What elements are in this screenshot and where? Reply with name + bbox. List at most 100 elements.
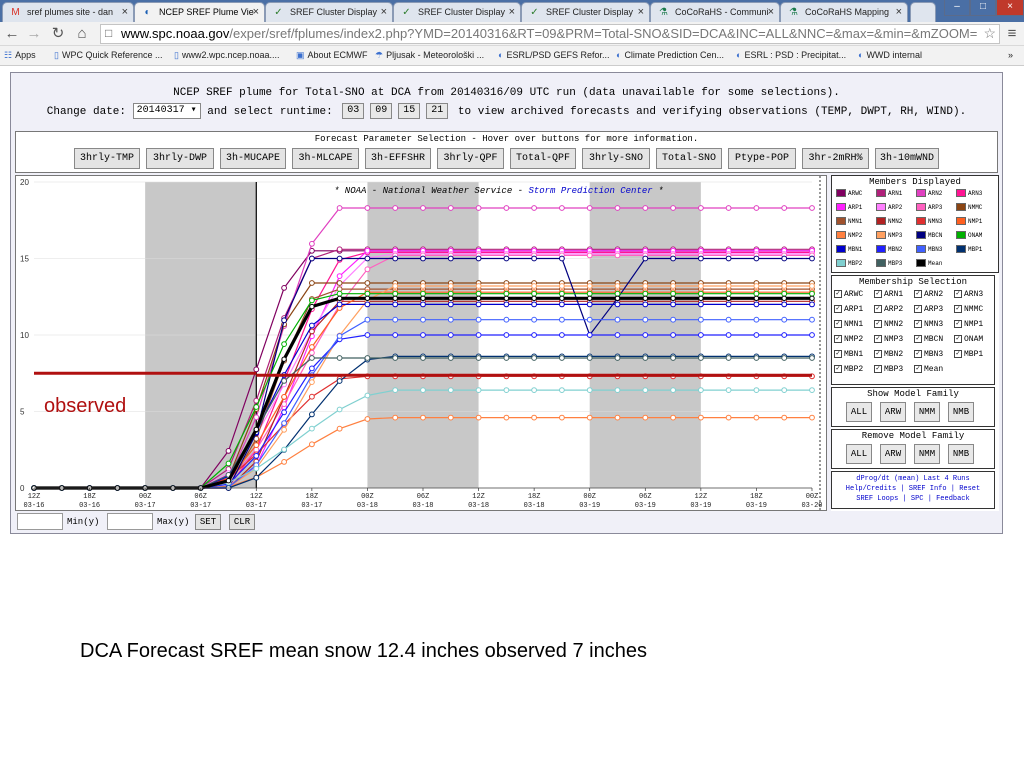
bookmark-0[interactable]: ☷ Apps [4, 50, 36, 61]
member-swatch-mean[interactable]: Mean [916, 259, 952, 269]
set-button[interactable]: SET [195, 514, 221, 530]
member-swatch-arn1[interactable]: ARN1 [876, 189, 912, 199]
min-y-input[interactable] [17, 513, 63, 530]
checkbox-check-icon[interactable]: ✓ [914, 365, 922, 373]
member-swatch-arwc[interactable]: ARWC [836, 189, 872, 199]
checkbox-check-icon[interactable]: ✓ [874, 290, 882, 298]
member-swatch-mbn3[interactable]: MBN3 [916, 245, 952, 255]
show-family-nmm-button[interactable]: NMM [914, 402, 940, 422]
bookmark-8[interactable]: ◐ WWD internal [858, 50, 922, 60]
runtime-button-09[interactable]: 09 [370, 103, 393, 119]
param-button-3hrlysno[interactable]: 3hrly-SNO [582, 148, 650, 169]
show-family-arw-button[interactable]: ARW [880, 402, 906, 422]
new-tab-button[interactable] [910, 2, 936, 22]
member-swatch-mbp2[interactable]: MBP2 [836, 259, 872, 269]
checkbox-check-icon[interactable]: ✓ [954, 305, 962, 313]
tab-1[interactable]: ◐ NCEP SREF Plume Vie × [134, 2, 265, 22]
checkbox-check-icon[interactable]: ✓ [914, 350, 922, 358]
close-icon[interactable]: × [122, 6, 128, 18]
member-checkbox-mbcn[interactable]: ✓ MBCN [914, 335, 943, 344]
member-swatch-arp2[interactable]: ARP2 [876, 203, 912, 213]
reload-icon[interactable]: ↻ [50, 25, 66, 43]
bookmark-1[interactable]: ▯ WPC Quick Reference ... [54, 50, 162, 61]
member-checkbox-arp1[interactable]: ✓ ARP1 [834, 305, 863, 314]
tab-2[interactable]: ✓ SREF Cluster Display × [265, 2, 393, 22]
bookmark-4[interactable]: ☂ Pljusak - Meteorološki ... [375, 50, 484, 61]
bookmark-5[interactable]: ◐ ESRL/PSD GEFS Refor... [498, 50, 609, 60]
member-swatch-mbp1[interactable]: MBP1 [956, 245, 992, 255]
close-icon[interactable]: × [896, 6, 902, 18]
checkbox-check-icon[interactable]: ✓ [954, 335, 962, 343]
bookmark-3[interactable]: ▣ About ECMWF [296, 50, 368, 61]
dprog-link[interactable]: dProg/dt (mean) Last 4 Runs [832, 474, 994, 484]
member-swatch-arn2[interactable]: ARN2 [916, 189, 952, 199]
show-family-all-button[interactable]: ALL [846, 402, 872, 422]
address-bar[interactable]: □ www.spc.noaa.gov/exper/sref/fplumes/in… [100, 24, 1000, 44]
bookmark-star-icon[interactable]: ☆ [983, 25, 996, 42]
forward-arrow-icon[interactable]: → [26, 25, 42, 43]
minimize-icon[interactable]: – [944, 0, 970, 16]
member-checkbox-arn3[interactable]: ✓ ARN3 [954, 290, 983, 299]
checkbox-check-icon[interactable]: ✓ [874, 335, 882, 343]
member-swatch-nmn3[interactable]: NMN3 [916, 217, 952, 227]
checkbox-check-icon[interactable]: ✓ [834, 290, 842, 298]
param-button-3heffshr[interactable]: 3h-EFFSHR [365, 148, 431, 169]
checkbox-check-icon[interactable]: ✓ [954, 350, 962, 358]
member-checkbox-nmn1[interactable]: ✓ NMN1 [834, 320, 863, 329]
home-icon[interactable]: ⌂ [74, 25, 90, 43]
member-swatch-arp3[interactable]: ARP3 [916, 203, 952, 213]
maximize-icon[interactable]: □ [970, 0, 996, 16]
member-checkbox-mbn1[interactable]: ✓ MBN1 [834, 350, 863, 359]
param-button-3hrlydwp[interactable]: 3hrly-DWP [146, 148, 214, 169]
help-links[interactable]: Help/Credits | SREF Info | Reset [832, 484, 994, 494]
member-checkbox-mbn3[interactable]: ✓ MBN3 [914, 350, 943, 359]
member-checkbox-arp2[interactable]: ✓ ARP2 [874, 305, 903, 314]
checkbox-check-icon[interactable]: ✓ [874, 365, 882, 373]
member-checkbox-arn2[interactable]: ✓ ARN2 [914, 290, 943, 299]
member-swatch-mbn2[interactable]: MBN2 [876, 245, 912, 255]
param-button-3hmucape[interactable]: 3h-MUCAPE [220, 148, 286, 169]
checkbox-check-icon[interactable]: ✓ [914, 320, 922, 328]
member-checkbox-mean[interactable]: ✓ Mean [914, 365, 943, 374]
member-checkbox-onam[interactable]: ✓ ONAM [954, 335, 983, 344]
param-button-totalsno[interactable]: Total-SNO [656, 148, 722, 169]
member-swatch-arn3[interactable]: ARN3 [956, 189, 992, 199]
member-swatch-arp1[interactable]: ARP1 [836, 203, 872, 213]
member-checkbox-mbp1[interactable]: ✓ MBP1 [954, 350, 983, 359]
close-icon[interactable]: × [509, 6, 515, 18]
param-button-ptypepop[interactable]: Ptype-POP [728, 148, 796, 169]
runtime-button-21[interactable]: 21 [426, 103, 449, 119]
clr-button[interactable]: CLR [229, 514, 255, 530]
tab-4[interactable]: ✓ SREF Cluster Display × [521, 2, 650, 22]
checkbox-check-icon[interactable]: ✓ [874, 350, 882, 358]
checkbox-check-icon[interactable]: ✓ [874, 320, 882, 328]
param-button-3hrlytmp[interactable]: 3hrly-TMP [74, 148, 140, 169]
member-swatch-mbp3[interactable]: MBP3 [876, 259, 912, 269]
param-button-3hr2mrh[interactable]: 3hr-2mRH% [802, 148, 869, 169]
member-checkbox-arn1[interactable]: ✓ ARN1 [874, 290, 903, 299]
member-checkbox-nmp1[interactable]: ✓ NMP1 [954, 320, 983, 329]
checkbox-check-icon[interactable]: ✓ [874, 305, 882, 313]
remove-family-nmb-button[interactable]: NMB [948, 444, 974, 464]
member-checkbox-mbp3[interactable]: ✓ MBP3 [874, 365, 903, 374]
max-y-input[interactable] [107, 513, 153, 530]
checkbox-check-icon[interactable]: ✓ [834, 365, 842, 373]
member-checkbox-nmn3[interactable]: ✓ NMN3 [914, 320, 943, 329]
remove-family-all-button[interactable]: ALL [846, 444, 872, 464]
runtime-button-15[interactable]: 15 [398, 103, 421, 119]
remove-family-arw-button[interactable]: ARW [880, 444, 906, 464]
checkbox-check-icon[interactable]: ✓ [914, 335, 922, 343]
param-button-3h10mwnd[interactable]: 3h-10mWND [875, 148, 939, 169]
param-button-3hrlyqpf[interactable]: 3hrly-QPF [437, 148, 504, 169]
param-button-totalqpf[interactable]: Total-QPF [510, 148, 576, 169]
member-checkbox-nmn2[interactable]: ✓ NMN2 [874, 320, 903, 329]
remove-family-nmm-button[interactable]: NMM [914, 444, 940, 464]
tab-3[interactable]: ✓ SREF Cluster Display × [393, 2, 521, 22]
checkbox-check-icon[interactable]: ✓ [834, 350, 842, 358]
show-family-nmb-button[interactable]: NMB [948, 402, 974, 422]
checkbox-check-icon[interactable]: ✓ [954, 290, 962, 298]
close-icon[interactable]: × [253, 6, 259, 18]
member-checkbox-nmp2[interactable]: ✓ NMP2 [834, 335, 863, 344]
window-close-icon[interactable]: × [996, 0, 1024, 16]
checkbox-check-icon[interactable]: ✓ [914, 290, 922, 298]
